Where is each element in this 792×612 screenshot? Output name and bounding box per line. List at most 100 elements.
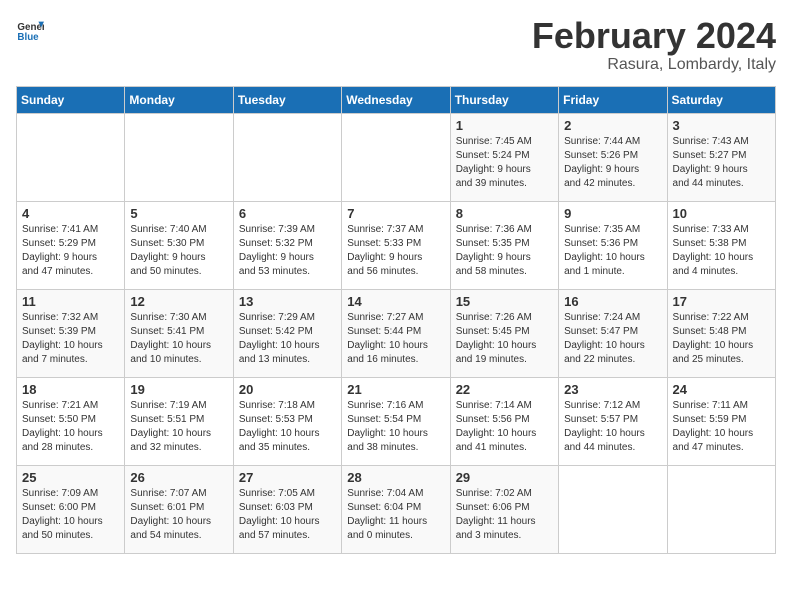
day-info: Sunrise: 7:44 AM Sunset: 5:26 PM Dayligh… <box>564 135 661 191</box>
header: General Blue February 2024 Rasura, Lomba… <box>16 16 776 74</box>
calendar-day-cell <box>667 465 775 553</box>
day-info: Sunrise: 7:29 AM Sunset: 5:42 PM Dayligh… <box>239 311 336 367</box>
day-info: Sunrise: 7:21 AM Sunset: 5:50 PM Dayligh… <box>22 399 119 455</box>
day-info: Sunrise: 7:16 AM Sunset: 5:54 PM Dayligh… <box>347 399 444 455</box>
calendar-day-cell: 9 Sunrise: 7:35 AM Sunset: 5:36 PM Daylig… <box>559 201 667 289</box>
day-number: 18 <box>22 382 119 397</box>
calendar-day-cell: 2 Sunrise: 7:44 AM Sunset: 5:26 PM Daylig… <box>559 113 667 201</box>
calendar-day-cell: 11 Sunrise: 7:32 AM Sunset: 5:39 PM Dayli… <box>17 289 125 377</box>
day-number: 19 <box>130 382 227 397</box>
calendar-day-cell <box>233 113 341 201</box>
day-info: Sunrise: 7:45 AM Sunset: 5:24 PM Dayligh… <box>456 135 553 191</box>
calendar-table: SundayMondayTuesdayWednesdayThursdayFrid… <box>16 86 776 554</box>
day-info: Sunrise: 7:04 AM Sunset: 6:04 PM Dayligh… <box>347 487 444 543</box>
day-number: 24 <box>673 382 770 397</box>
day-number: 12 <box>130 294 227 309</box>
title-area: February 2024 Rasura, Lombardy, Italy <box>532 16 776 74</box>
day-info: Sunrise: 7:32 AM Sunset: 5:39 PM Dayligh… <box>22 311 119 367</box>
day-info: Sunrise: 7:39 AM Sunset: 5:32 PM Dayligh… <box>239 223 336 279</box>
calendar-day-cell <box>342 113 450 201</box>
calendar-day-cell: 12 Sunrise: 7:30 AM Sunset: 5:41 PM Dayli… <box>125 289 233 377</box>
day-number: 5 <box>130 206 227 221</box>
day-info: Sunrise: 7:41 AM Sunset: 5:29 PM Dayligh… <box>22 223 119 279</box>
calendar-week-row: 1 Sunrise: 7:45 AM Sunset: 5:24 PM Daylig… <box>17 113 776 201</box>
calendar-day-cell: 17 Sunrise: 7:22 AM Sunset: 5:48 PM Dayli… <box>667 289 775 377</box>
logo-icon: General Blue <box>16 16 44 44</box>
day-info: Sunrise: 7:05 AM Sunset: 6:03 PM Dayligh… <box>239 487 336 543</box>
day-number: 11 <box>22 294 119 309</box>
calendar-day-cell: 13Sunrise: 7:29 AM Sunset: 5:42 PM Dayli… <box>233 289 341 377</box>
weekday-header-cell: Thursday <box>450 86 558 113</box>
day-info: Sunrise: 7:02 AM Sunset: 6:06 PM Dayligh… <box>456 487 553 543</box>
day-info: Sunrise: 7:14 AM Sunset: 5:56 PM Dayligh… <box>456 399 553 455</box>
calendar-day-cell: 7Sunrise: 7:37 AM Sunset: 5:33 PM Daylig… <box>342 201 450 289</box>
calendar-day-cell: 6 Sunrise: 7:39 AM Sunset: 5:32 PM Daylig… <box>233 201 341 289</box>
day-number: 15 <box>456 294 553 309</box>
day-number: 2 <box>564 118 661 133</box>
day-number: 27 <box>239 470 336 485</box>
day-info: Sunrise: 7:30 AM Sunset: 5:41 PM Dayligh… <box>130 311 227 367</box>
calendar-week-row: 25 Sunrise: 7:09 AM Sunset: 6:00 PM Dayli… <box>17 465 776 553</box>
day-info: Sunrise: 7:27 AM Sunset: 5:44 PM Dayligh… <box>347 311 444 367</box>
day-info: Sunrise: 7:12 AM Sunset: 5:57 PM Dayligh… <box>564 399 661 455</box>
calendar-day-cell: 21 Sunrise: 7:16 AM Sunset: 5:54 PM Dayli… <box>342 377 450 465</box>
day-number: 22 <box>456 382 553 397</box>
weekday-header-row: SundayMondayTuesdayWednesdayThursdayFrid… <box>17 86 776 113</box>
calendar-day-cell: 28 Sunrise: 7:04 AM Sunset: 6:04 PM Dayli… <box>342 465 450 553</box>
day-number: 29 <box>456 470 553 485</box>
day-number: 26 <box>130 470 227 485</box>
day-number: 17 <box>673 294 770 309</box>
day-number: 10 <box>673 206 770 221</box>
calendar-week-row: 4 Sunrise: 7:41 AM Sunset: 5:29 PM Daylig… <box>17 201 776 289</box>
calendar-day-cell: 16Sunrise: 7:24 AM Sunset: 5:47 PM Dayli… <box>559 289 667 377</box>
day-number: 28 <box>347 470 444 485</box>
calendar-day-cell: 5 Sunrise: 7:40 AM Sunset: 5:30 PM Daylig… <box>125 201 233 289</box>
weekday-header-cell: Wednesday <box>342 86 450 113</box>
day-info: Sunrise: 7:19 AM Sunset: 5:51 PM Dayligh… <box>130 399 227 455</box>
day-number: 9 <box>564 206 661 221</box>
day-info: Sunrise: 7:40 AM Sunset: 5:30 PM Dayligh… <box>130 223 227 279</box>
day-number: 14 <box>347 294 444 309</box>
day-number: 25 <box>22 470 119 485</box>
calendar-day-cell: 23 Sunrise: 7:12 AM Sunset: 5:57 PM Dayli… <box>559 377 667 465</box>
day-number: 6 <box>239 206 336 221</box>
day-number: 20 <box>239 382 336 397</box>
day-info: Sunrise: 7:09 AM Sunset: 6:00 PM Dayligh… <box>22 487 119 543</box>
calendar-week-row: 18 Sunrise: 7:21 AM Sunset: 5:50 PM Dayli… <box>17 377 776 465</box>
calendar-day-cell: 25 Sunrise: 7:09 AM Sunset: 6:00 PM Dayli… <box>17 465 125 553</box>
calendar-day-cell: 20Sunrise: 7:18 AM Sunset: 5:53 PM Dayli… <box>233 377 341 465</box>
calendar-day-cell: 24Sunrise: 7:11 AM Sunset: 5:59 PM Dayli… <box>667 377 775 465</box>
weekday-header-cell: Monday <box>125 86 233 113</box>
day-info: Sunrise: 7:26 AM Sunset: 5:45 PM Dayligh… <box>456 311 553 367</box>
day-info: Sunrise: 7:35 AM Sunset: 5:36 PM Dayligh… <box>564 223 661 279</box>
calendar-day-cell: 8 Sunrise: 7:36 AM Sunset: 5:35 PM Daylig… <box>450 201 558 289</box>
calendar-day-cell: 4 Sunrise: 7:41 AM Sunset: 5:29 PM Daylig… <box>17 201 125 289</box>
calendar-day-cell: 27 Sunrise: 7:05 AM Sunset: 6:03 PM Dayli… <box>233 465 341 553</box>
day-info: Sunrise: 7:33 AM Sunset: 5:38 PM Dayligh… <box>673 223 770 279</box>
calendar-day-cell: 1 Sunrise: 7:45 AM Sunset: 5:24 PM Daylig… <box>450 113 558 201</box>
weekday-header-cell: Tuesday <box>233 86 341 113</box>
day-number: 4 <box>22 206 119 221</box>
day-number: 1 <box>456 118 553 133</box>
day-number: 23 <box>564 382 661 397</box>
logo: General Blue <box>16 16 44 44</box>
calendar-week-row: 11 Sunrise: 7:32 AM Sunset: 5:39 PM Dayli… <box>17 289 776 377</box>
calendar-day-cell <box>17 113 125 201</box>
day-number: 8 <box>456 206 553 221</box>
calendar-day-cell: 15 Sunrise: 7:26 AM Sunset: 5:45 PM Dayli… <box>450 289 558 377</box>
calendar-day-cell: 22 Sunrise: 7:14 AM Sunset: 5:56 PM Dayli… <box>450 377 558 465</box>
svg-text:Blue: Blue <box>17 32 39 43</box>
calendar-day-cell <box>125 113 233 201</box>
calendar-day-cell: 14 Sunrise: 7:27 AM Sunset: 5:44 PM Dayli… <box>342 289 450 377</box>
month-title: February 2024 <box>532 16 776 56</box>
day-number: 21 <box>347 382 444 397</box>
calendar-day-cell: 3Sunrise: 7:43 AM Sunset: 5:27 PM Daylig… <box>667 113 775 201</box>
day-info: Sunrise: 7:07 AM Sunset: 6:01 PM Dayligh… <box>130 487 227 543</box>
day-info: Sunrise: 7:36 AM Sunset: 5:35 PM Dayligh… <box>456 223 553 279</box>
weekday-header-cell: Friday <box>559 86 667 113</box>
day-number: 7 <box>347 206 444 221</box>
location-title: Rasura, Lombardy, Italy <box>532 56 776 74</box>
day-info: Sunrise: 7:22 AM Sunset: 5:48 PM Dayligh… <box>673 311 770 367</box>
calendar-day-cell <box>559 465 667 553</box>
day-number: 3 <box>673 118 770 133</box>
